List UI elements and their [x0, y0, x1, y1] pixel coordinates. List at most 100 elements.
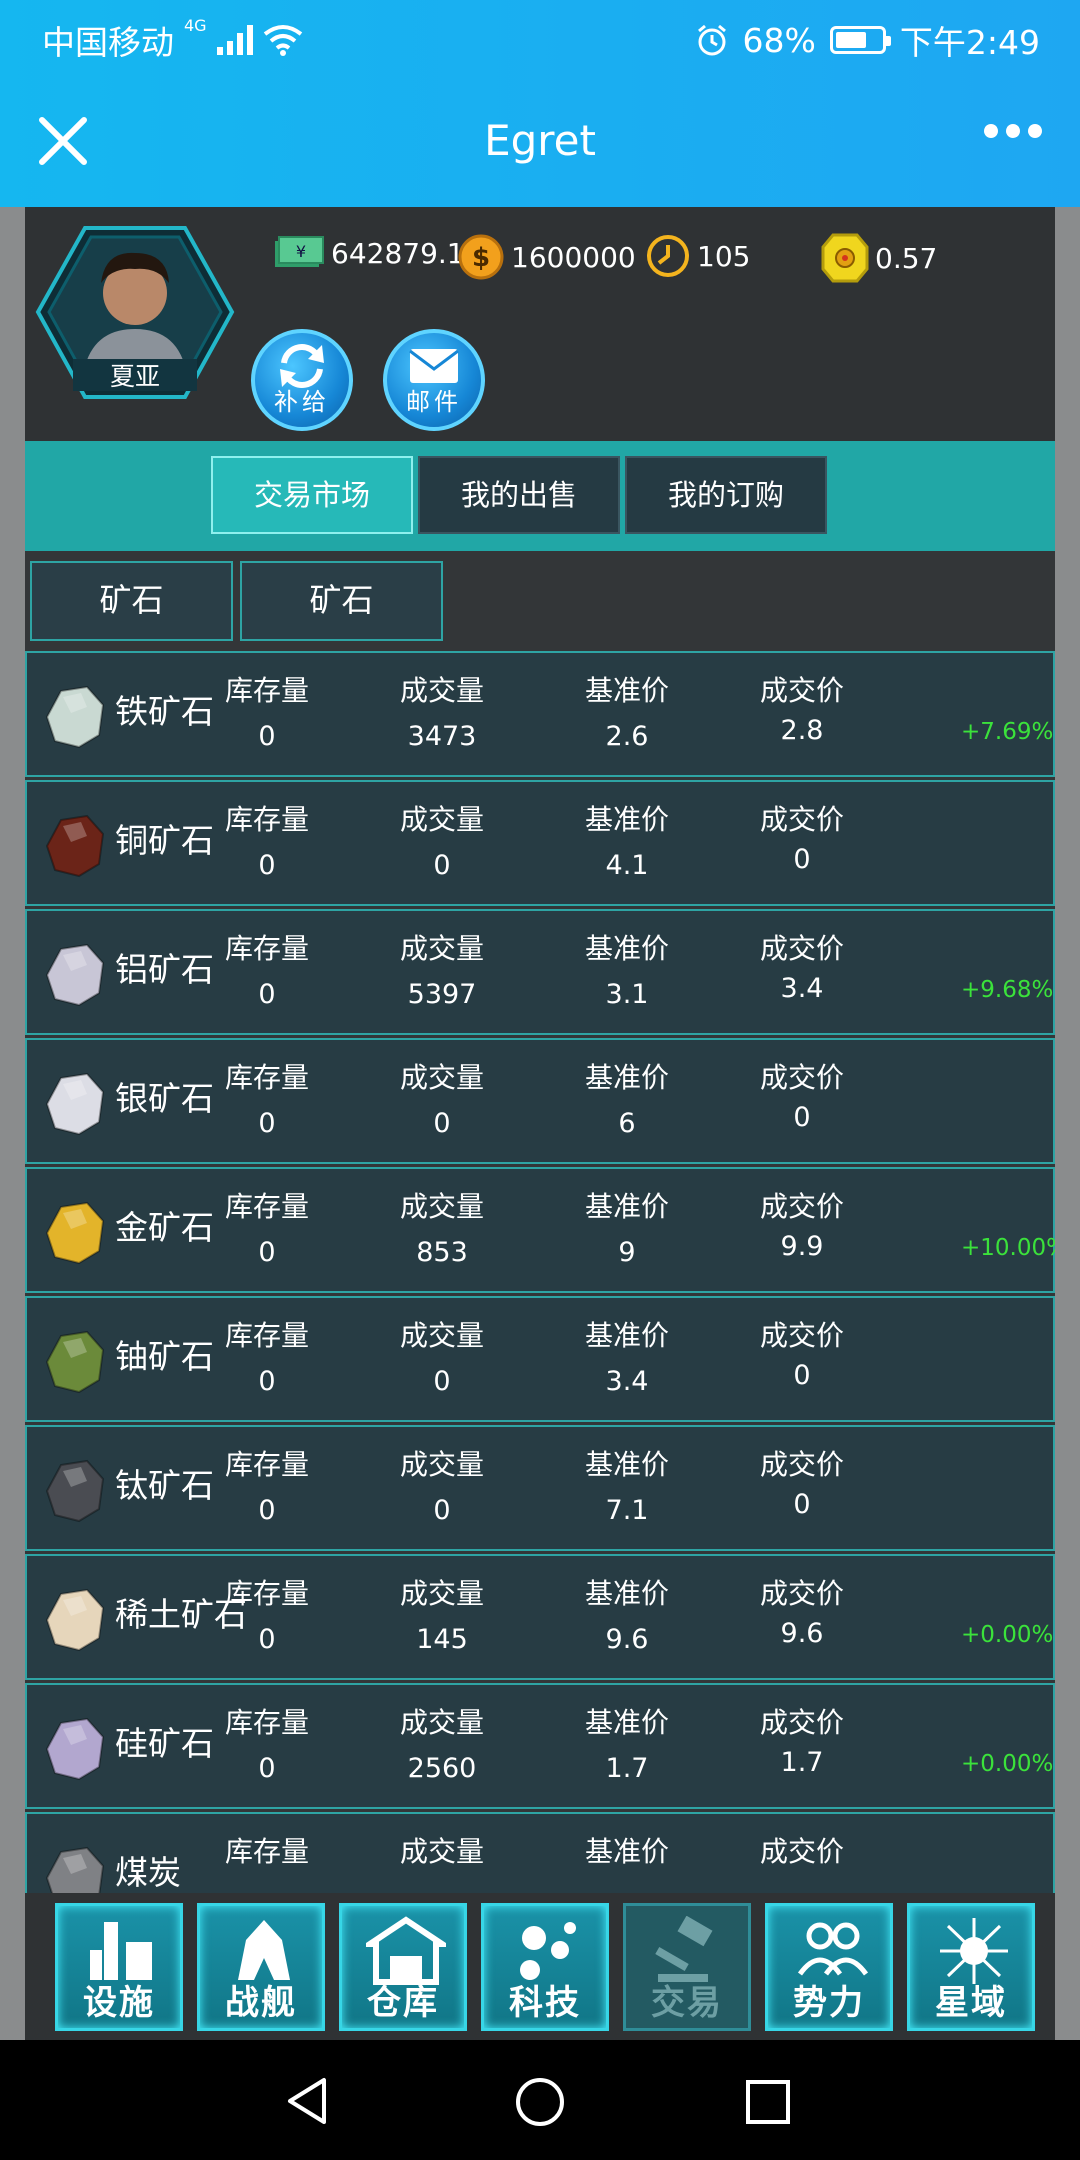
volume-value: 853 — [416, 1237, 468, 1268]
svg-text:¥: ¥ — [296, 242, 306, 261]
title-bar: Egret — [0, 72, 1080, 207]
tab-my-sales[interactable]: 我的出售 — [418, 456, 620, 534]
stock-header: 库存量 — [224, 1319, 309, 1352]
stock-value: 0 — [258, 979, 276, 1010]
volume-value: 5397 — [407, 979, 477, 1010]
coin-value: 1600000 — [511, 240, 636, 274]
subtab-ore-2[interactable]: 矿石 — [240, 561, 443, 641]
market-row[interactable]: 铁矿石 库存量 0 成交量 3473 基准价 2.6 成交价 2.8 +7.69% — [25, 651, 1055, 777]
volume-value: 0 — [433, 1108, 451, 1139]
ore-icon — [45, 1588, 105, 1652]
base-price-header: 基准价 — [584, 803, 669, 836]
market-row[interactable]: 铜矿石 库存量 0 成交量 0 基准价 4.1 成交价 0 — [25, 780, 1055, 906]
carrier-label: 中国移动 — [42, 23, 174, 62]
price-change: +10.00% — [961, 1235, 1055, 1261]
ore-icon — [45, 1072, 105, 1136]
base-price-header: 基准价 — [584, 1190, 669, 1223]
mail-button[interactable]: 邮件 — [383, 329, 485, 431]
wifi-icon — [263, 25, 302, 56]
base-price-value: 3.4 — [605, 1366, 649, 1397]
deal-price-value: 0 — [793, 1102, 811, 1133]
volume-header: 成交量 — [399, 1190, 484, 1223]
stock-header: 库存量 — [224, 1190, 309, 1223]
subtab-ore-1[interactable]: 矿石 — [30, 561, 233, 641]
nav-facilities[interactable]: 设施 — [55, 1903, 183, 2031]
volume-header: 成交量 — [399, 1061, 484, 1094]
nav-technology[interactable]: 科技 — [481, 1903, 609, 2031]
tab-trade-market[interactable]: 交易市场 — [211, 456, 413, 534]
ore-icon — [45, 1201, 105, 1265]
deal-price-header: 成交价 — [759, 803, 844, 836]
volume-value: 2560 — [407, 1753, 477, 1784]
stock-header: 库存量 — [224, 674, 309, 707]
base-price-header: 基准价 — [584, 1448, 669, 1481]
svg-text:$: $ — [472, 243, 490, 273]
cash-value: 642879.1 — [331, 236, 465, 270]
tab-my-orders[interactable]: 我的订购 — [625, 456, 827, 534]
recents-icon[interactable] — [744, 2078, 792, 2126]
stock-header: 库存量 — [224, 1835, 309, 1868]
base-price-value: 1.7 — [605, 1753, 649, 1784]
volume-header: 成交量 — [399, 1319, 484, 1352]
nav-alliance-label: 势力 — [793, 1983, 865, 2023]
stock-value: 0 — [258, 850, 276, 881]
deal-price-header: 成交价 — [759, 1448, 844, 1481]
supply-label: 补给 — [274, 388, 330, 416]
stock-value: 0 — [258, 1753, 276, 1784]
volume-value: 3473 — [407, 721, 477, 752]
base-price-value: 2.6 — [605, 721, 649, 752]
alarm-icon — [697, 24, 726, 56]
deal-price-header: 成交价 — [759, 1190, 844, 1223]
price-change: +0.00% — [961, 1751, 1054, 1777]
game-stage: 夏亚 ¥ 642879.1 $ 1600000 105 0.57 补给 邮件 交… — [25, 207, 1055, 2040]
deal-price-value: 2.8 — [780, 715, 824, 746]
volume-value: 145 — [416, 1624, 468, 1655]
nav-warships[interactable]: 战舰 — [197, 1903, 325, 2031]
nav-warships-label: 战舰 — [225, 1983, 297, 2023]
base-price-header: 基准价 — [584, 1835, 669, 1868]
nav-trade[interactable]: 交易 — [623, 1903, 751, 2031]
ore-icon — [45, 1717, 105, 1781]
market-row[interactable]: 稀土矿石 库存量 0 成交量 145 基准价 9.6 成交价 9.6 +0.00% — [25, 1554, 1055, 1680]
market-row[interactable]: 金矿石库存量0成交量853基准价9成交价9.9+10.00% — [25, 1167, 1055, 1293]
market-row[interactable]: 硅矿石 库存量 0 成交量 2560 基准价 1.7 成交价 1.7 +0.00% — [25, 1683, 1055, 1809]
more-menu-icon[interactable] — [984, 124, 1042, 138]
stock-header: 库存量 — [224, 803, 309, 836]
deal-price-value: 9.9 — [780, 1231, 824, 1262]
page-title: Egret — [484, 116, 596, 165]
market-row[interactable]: 铝矿石 库存量 0 成交量 5397 基准价 3.1 成交价 3.4 +9.68% — [25, 909, 1055, 1035]
base-price-value: 9 — [618, 1237, 636, 1268]
home-icon[interactable] — [514, 2076, 566, 2128]
base-price-header: 基准价 — [584, 1706, 669, 1739]
stock-header: 库存量 — [224, 1706, 309, 1739]
volume-header: 成交量 — [399, 1448, 484, 1481]
market-row[interactable]: 钛矿石 库存量 0 成交量 0 基准价 7.1 成交价 0 — [25, 1425, 1055, 1551]
clock: 下午2:49 — [899, 23, 1040, 62]
deal-price-value: 0 — [793, 844, 811, 875]
cash-icon: ¥ — [275, 236, 324, 267]
top-bar: 中国移动 4G 68% 下午2:49 Egret — [0, 0, 1080, 207]
stock-value: 0 — [258, 1495, 276, 1526]
nav-alliance[interactable]: 势力 — [765, 1903, 893, 2031]
ore-icon — [45, 1330, 105, 1394]
market-row[interactable]: 铀矿石 库存量 0 成交量 0 基准价 3.4 成交价 0 — [25, 1296, 1055, 1422]
deal-price-header: 成交价 — [759, 1706, 844, 1739]
nav-star-domain[interactable]: 星域 — [907, 1903, 1035, 2031]
volume-header: 成交量 — [399, 1706, 484, 1739]
deal-price-value: 3.4 — [780, 973, 824, 1004]
supply-button[interactable]: 补给 — [251, 329, 353, 431]
base-price-header: 基准价 — [584, 1061, 669, 1094]
nav-star-domain-label: 星域 — [935, 1983, 1007, 2023]
market-tabs: 交易市场 我的出售 我的订购 — [25, 441, 1055, 551]
back-icon[interactable] — [284, 2076, 334, 2126]
nav-warehouse[interactable]: 仓库 — [339, 1903, 467, 2031]
player-name: 夏亚 — [109, 362, 160, 391]
base-price-header: 基准价 — [584, 674, 669, 707]
nav-technology-label: 科技 — [509, 1983, 581, 2023]
volume-header: 成交量 — [399, 1835, 484, 1868]
deal-price-header: 成交价 — [759, 1835, 844, 1868]
battery-percent: 68% — [742, 20, 816, 60]
nav-warehouse-label: 仓库 — [367, 1983, 439, 2023]
market-row[interactable]: 银矿石 库存量 0 成交量 0 基准价 6 成交价 0 — [25, 1038, 1055, 1164]
volume-value: 0 — [433, 850, 451, 881]
